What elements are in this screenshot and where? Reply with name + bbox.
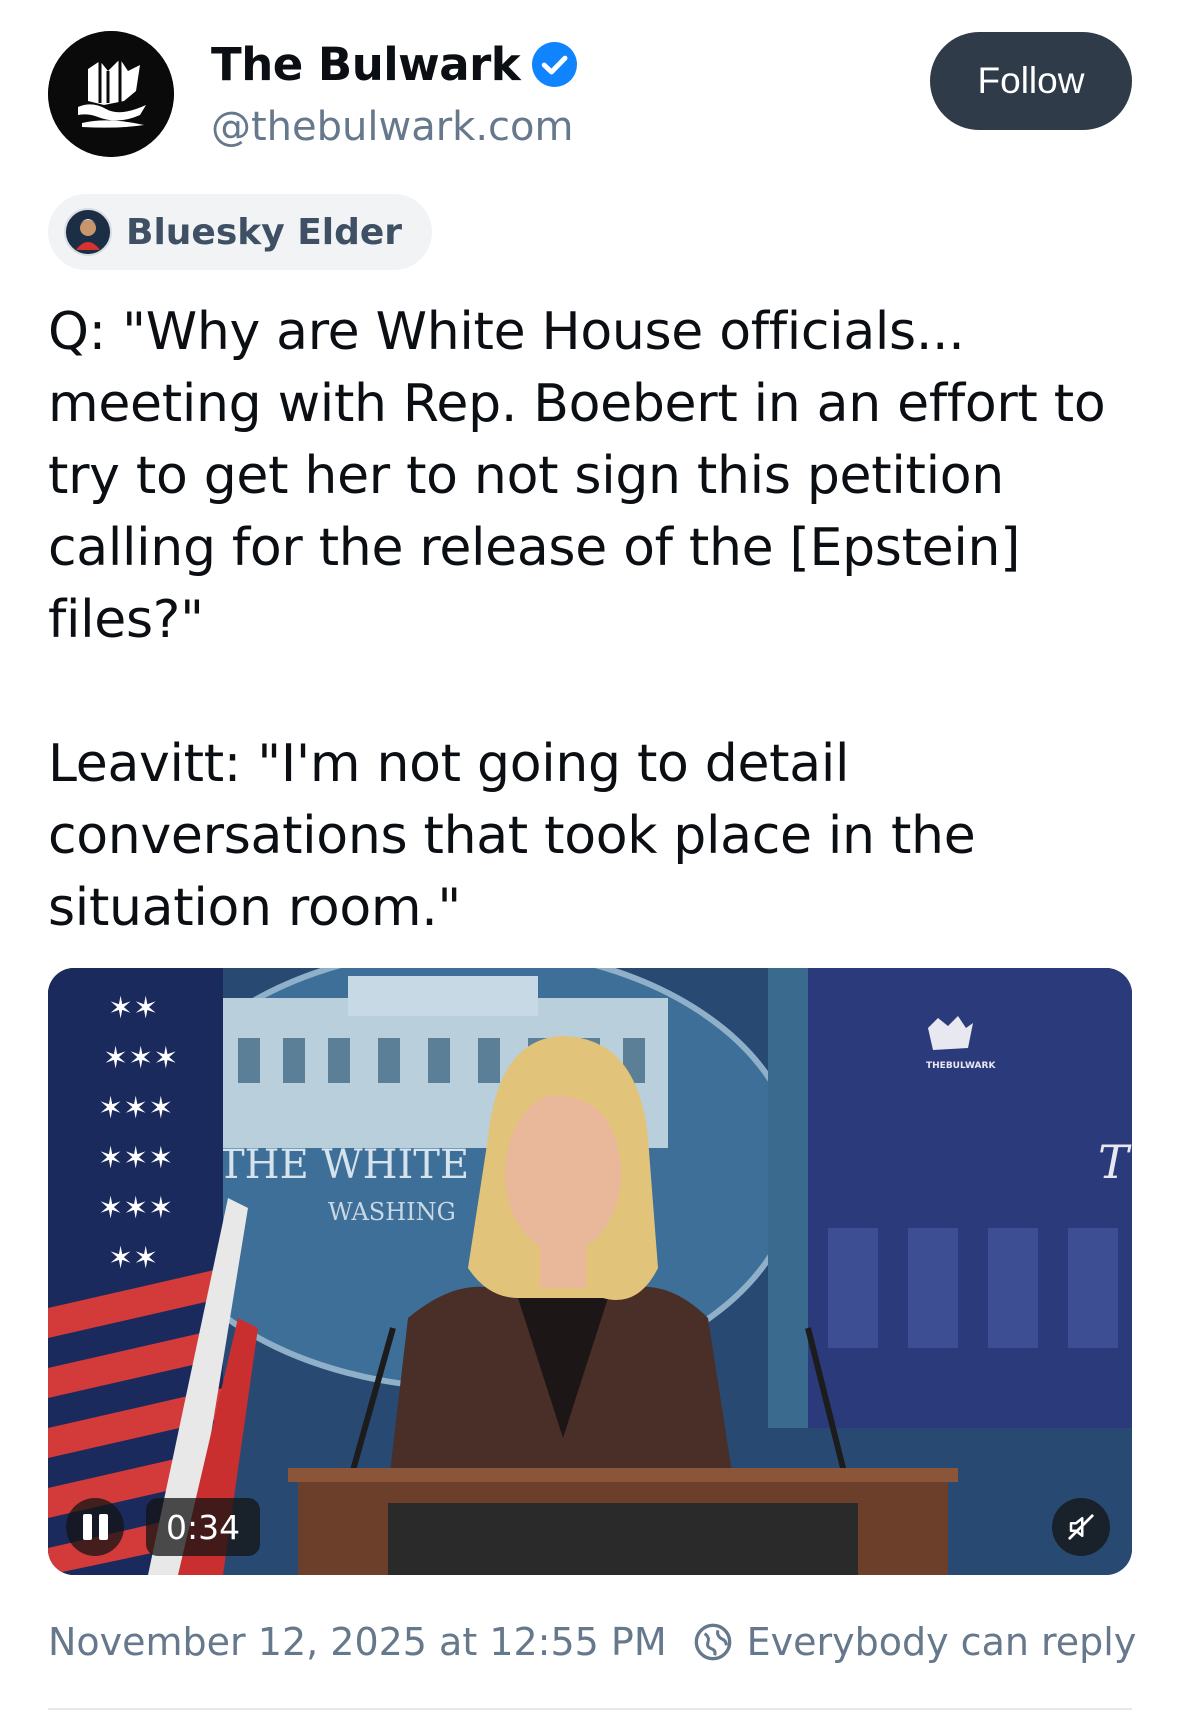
author-display-name[interactable]: The Bulwark	[211, 38, 521, 91]
muted-speaker-icon	[1068, 1514, 1094, 1540]
post-card: The Bulwark @thebulwark.com Follow Blues…	[0, 0, 1179, 1725]
mute-button[interactable]	[1052, 1498, 1110, 1556]
backdrop-text-white: THE WHITE	[218, 1142, 469, 1188]
svg-text:✶✶✶: ✶✶✶	[98, 1141, 173, 1176]
svg-text:✶✶: ✶✶	[108, 1241, 158, 1276]
video-watermark: THEBULWARK	[926, 1061, 996, 1071]
video-frame: THE WHITE WASHING T THEBULWARK ✶✶✶✶✶✶✶✶ …	[48, 968, 1132, 1575]
svg-text:✶✶✶: ✶✶✶	[98, 1191, 173, 1226]
video-time: 0:34	[146, 1498, 261, 1556]
svg-text:✶✶: ✶✶	[108, 991, 158, 1026]
badge-avatar-icon	[64, 208, 112, 256]
svg-text:✶✶✶: ✶✶✶	[98, 1091, 173, 1126]
pause-button[interactable]	[66, 1498, 124, 1556]
reply-setting-label: Everybody can reply	[746, 1620, 1137, 1664]
author-handle[interactable]: @thebulwark.com	[211, 104, 573, 150]
video-player[interactable]: THE WHITE WASHING T THEBULWARK ✶✶ ✶✶✶ ✶✶✶ …	[48, 968, 1132, 1575]
ship-logo-icon	[48, 31, 174, 157]
pause-icon	[82, 1514, 108, 1540]
post-timestamp[interactable]: November 12, 2025 at 12:55 PM	[48, 1620, 667, 1664]
divider	[48, 1708, 1132, 1710]
badge-label: Bluesky Elder	[126, 211, 403, 253]
backdrop-text-washington: WASHING	[328, 1198, 456, 1226]
reply-setting[interactable]: Everybody can reply	[693, 1620, 1137, 1664]
svg-text:✶✶✶: ✶✶✶	[103, 1041, 178, 1076]
author-avatar[interactable]	[48, 31, 174, 157]
follow-button[interactable]: Follow	[930, 32, 1132, 130]
screen-letter: T	[1098, 1135, 1132, 1189]
verified-check-icon[interactable]	[532, 42, 578, 87]
post-text: Q: "Why are White House officials... mee…	[48, 302, 1106, 938]
globe-icon	[694, 1623, 731, 1661]
bluesky-elder-badge[interactable]: Bluesky Elder	[48, 194, 433, 270]
post-meta: November 12, 2025 at 12:55 PM Everybody …	[48, 1620, 1136, 1664]
author-name-row: The Bulwark	[211, 38, 578, 91]
